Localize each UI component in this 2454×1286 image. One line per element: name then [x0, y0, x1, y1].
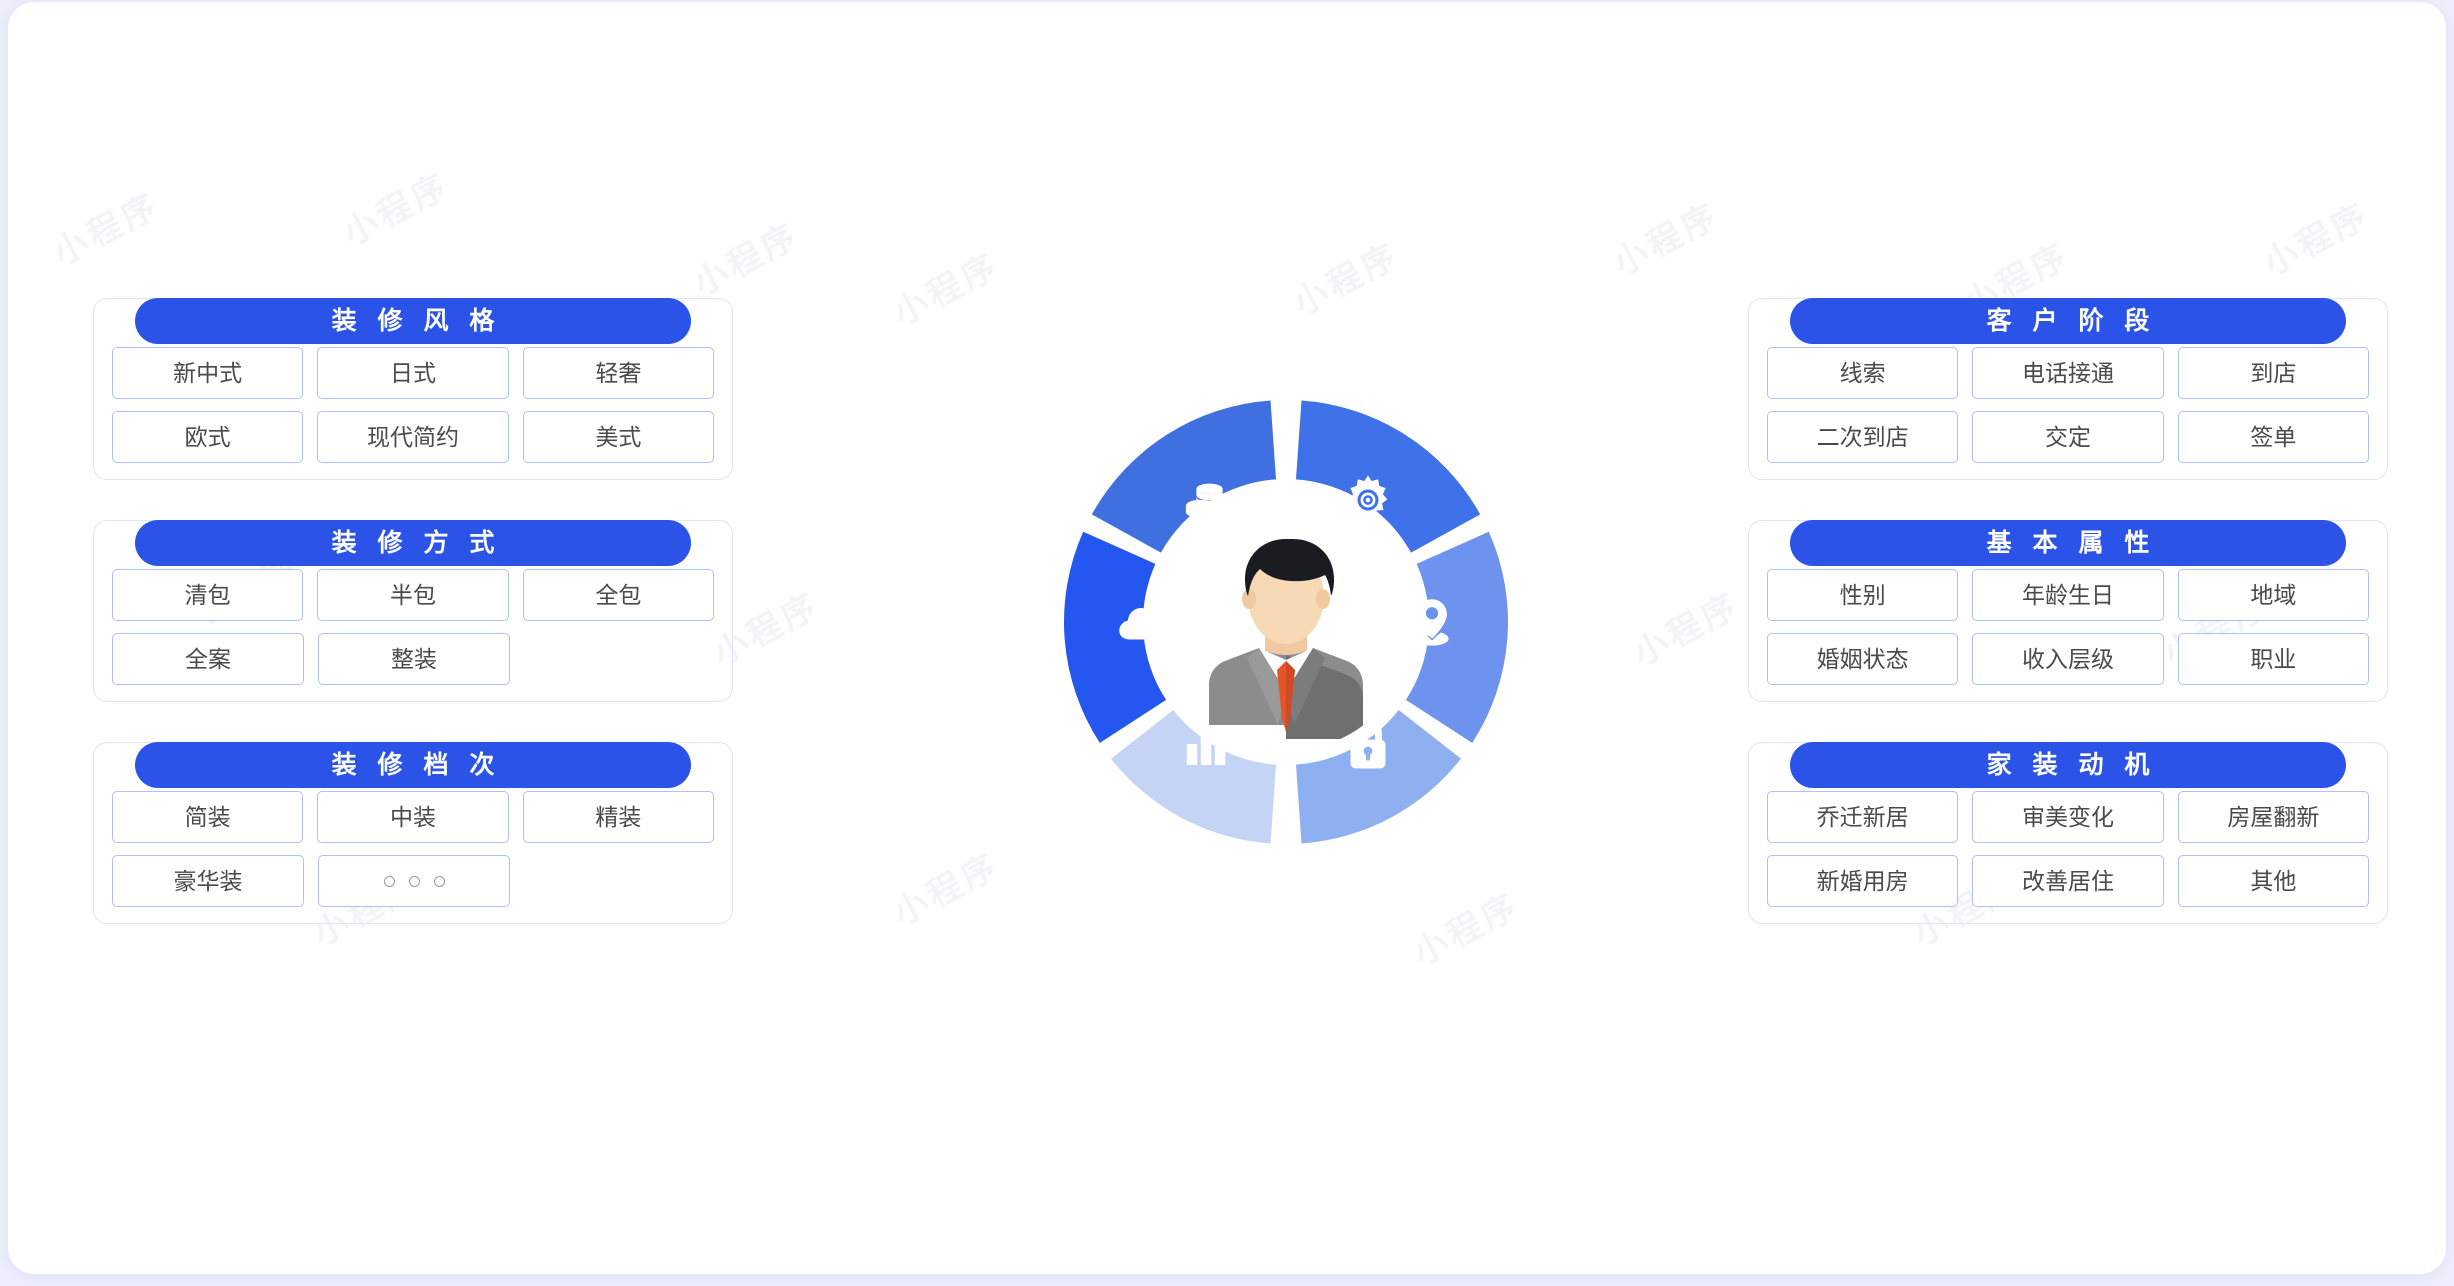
avatar [1157, 493, 1415, 751]
panel-title: 基 本 属 性 [1790, 520, 2346, 566]
attribute-panel: 客 户 阶 段线索 电话接通 到店 二次到店 交定 签单 [1748, 298, 2388, 480]
tag-chip[interactable]: 整装 [318, 633, 510, 685]
tag-row: 豪华装 [112, 855, 714, 907]
left-attribute-column: 装 修 风 格新中式 日式 轻奢 欧式 现代简约 美式装 修 方 式清包 半包 全包 全案 整装装… [93, 298, 733, 964]
tag-chip[interactable]: 婚姻状态 [1767, 633, 1959, 685]
watermark: 小程序 [1607, 196, 1726, 284]
page-card: 小程序 小程序 小程序 小程序 小程序 小程序 小程序 小程序 小程序 小程序 … [8, 2, 2446, 1274]
tag-row: 性别 年龄生日 地域 [1767, 569, 2369, 621]
tag-chip[interactable]: 其他 [2177, 855, 2369, 907]
tag-chip[interactable]: 收入层级 [1972, 633, 2164, 685]
watermark: 小程序 [887, 246, 1006, 334]
tag-chip[interactable]: 精装 [522, 791, 714, 843]
tag-chip[interactable]: 中装 [317, 791, 509, 843]
tag-chip[interactable]: 房屋翻新 [2177, 791, 2369, 843]
tag-chip[interactable]: 简装 [112, 791, 304, 843]
attribute-panel: 装 修 风 格新中式 日式 轻奢 欧式 现代简约 美式 [93, 298, 733, 480]
watermark: 小程序 [1407, 886, 1526, 974]
tag-chip[interactable]: 职业 [2177, 633, 2369, 685]
customer-profile-wheel [1056, 392, 1516, 852]
watermark: 小程序 [1287, 236, 1406, 324]
tag-row: 二次到店 交定 签单 [1767, 411, 2369, 463]
tag-row: 线索 电话接通 到店 [1767, 347, 2369, 399]
tag-chip[interactable]: 年龄生日 [1972, 569, 2164, 621]
panel-title: 客 户 阶 段 [1790, 298, 2346, 344]
watermark: 小程序 [47, 186, 166, 274]
tag-chip[interactable]: 改善居住 [1972, 855, 2164, 907]
tag-chip[interactable]: 审美变化 [1972, 791, 2164, 843]
watermark: 小程序 [337, 166, 456, 254]
tag-placeholder [524, 855, 714, 907]
tag-chip[interactable]: 全案 [112, 633, 304, 685]
tag-chip[interactable]: 乔迁新居 [1767, 791, 1959, 843]
tag-chip[interactable]: 豪华装 [112, 855, 304, 907]
tag-placeholder [524, 633, 714, 685]
tag-more-ellipsis[interactable] [318, 855, 510, 907]
wheel-segment-location-pin[interactable] [1405, 531, 1508, 743]
tag-row: 新中式 日式 轻奢 [112, 347, 714, 399]
attribute-panel: 装 修 方 式清包 半包 全包 全案 整装 [93, 520, 733, 702]
tag-chip[interactable]: 签单 [2177, 411, 2369, 463]
panel-title: 装 修 档 次 [135, 742, 691, 788]
tag-chip[interactable]: 全包 [522, 569, 714, 621]
tag-row: 简装 中装 精装 [112, 791, 714, 843]
wheel-segment-cloud-wifi[interactable] [1064, 531, 1167, 743]
watermark: 小程序 [2257, 196, 2376, 284]
panel-title: 家 装 动 机 [1790, 742, 2346, 788]
tag-row: 清包 半包 全包 [112, 569, 714, 621]
tag-chip[interactable]: 电话接通 [1972, 347, 2164, 399]
right-attribute-column: 客 户 阶 段线索 电话接通 到店 二次到店 交定 签单基 本 属 性性别 年龄生日 地域 婚姻… [1748, 298, 2388, 964]
tag-row: 婚姻状态 收入层级 职业 [1767, 633, 2369, 685]
tag-row: 全案 整装 [112, 633, 714, 685]
tag-row: 新婚用房 改善居住 其他 [1767, 855, 2369, 907]
tag-chip[interactable]: 日式 [317, 347, 509, 399]
attribute-panel: 装 修 档 次简装 中装 精装 豪华装 [93, 742, 733, 924]
tag-chip[interactable]: 现代简约 [317, 411, 509, 463]
tag-chip[interactable]: 到店 [2177, 347, 2369, 399]
panel-title: 装 修 方 式 [135, 520, 691, 566]
tag-chip[interactable]: 半包 [317, 569, 509, 621]
attribute-panel: 家 装 动 机乔迁新居 审美变化 房屋翻新 新婚用房 改善居住 其他 [1748, 742, 2388, 924]
tag-chip[interactable]: 新婚用房 [1767, 855, 1959, 907]
tag-chip[interactable]: 二次到店 [1767, 411, 1959, 463]
tag-chip[interactable]: 新中式 [112, 347, 304, 399]
tag-chip[interactable]: 美式 [522, 411, 714, 463]
watermark: 小程序 [687, 216, 806, 304]
businessman-avatar-icon [1157, 493, 1415, 751]
tag-chip[interactable]: 线索 [1767, 347, 1959, 399]
tag-chip[interactable]: 欧式 [112, 411, 304, 463]
tag-row: 欧式 现代简约 美式 [112, 411, 714, 463]
tag-chip[interactable]: 轻奢 [522, 347, 714, 399]
tag-chip[interactable]: 地域 [2177, 569, 2369, 621]
attribute-panel: 基 本 属 性性别 年龄生日 地域 婚姻状态 收入层级 职业 [1748, 520, 2388, 702]
tag-chip[interactable]: 性别 [1767, 569, 1959, 621]
watermark: 小程序 [1627, 586, 1746, 674]
tag-chip[interactable]: 交定 [1972, 411, 2164, 463]
panel-title: 装 修 风 格 [135, 298, 691, 344]
tag-chip[interactable]: 清包 [112, 569, 304, 621]
tag-row: 乔迁新居 审美变化 房屋翻新 [1767, 791, 2369, 843]
watermark: 小程序 [887, 846, 1006, 934]
